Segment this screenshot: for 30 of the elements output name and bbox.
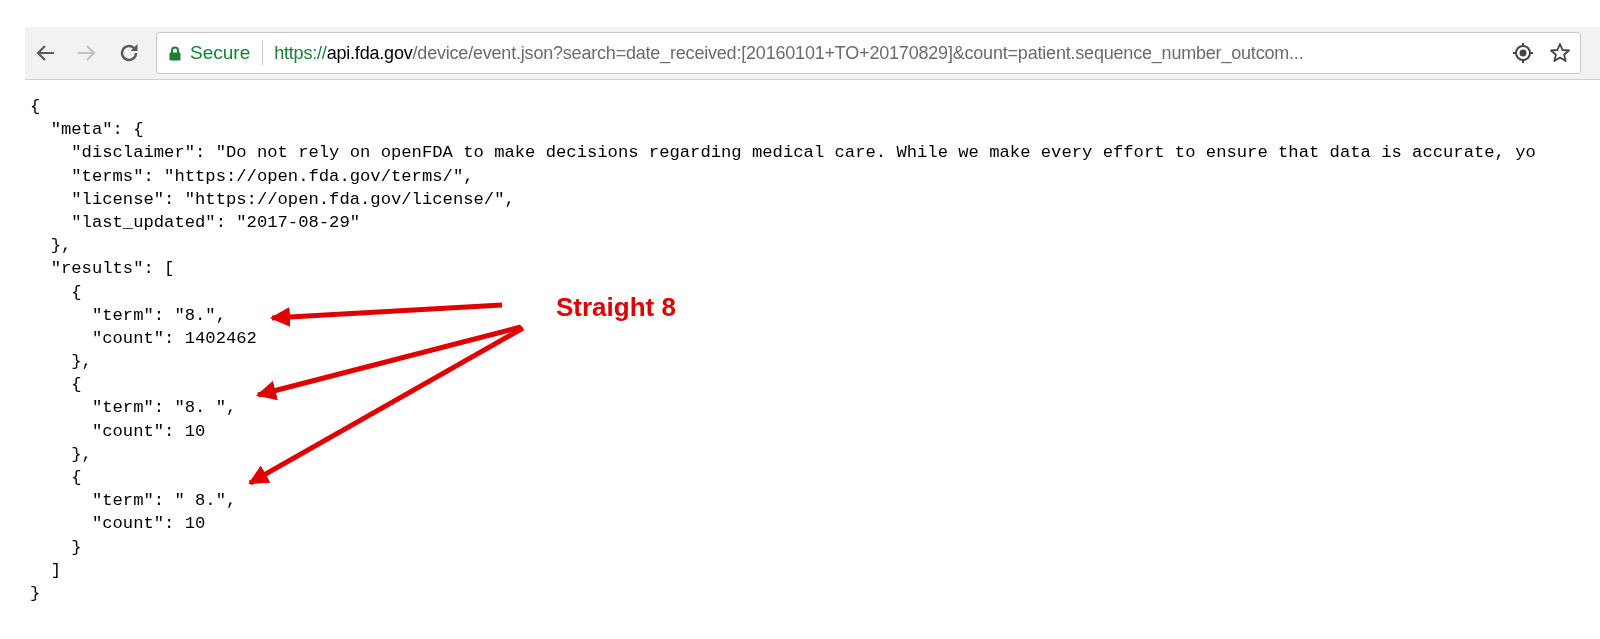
code-line: } <box>30 583 41 603</box>
code-line: "count": 10 <box>90 514 206 534</box>
code-line: { <box>30 97 41 116</box>
code-line: }, <box>70 444 92 464</box>
code-line: "term": "8. ", <box>90 398 237 418</box>
code-line: ] <box>49 560 61 580</box>
code-line: }, <box>49 236 72 256</box>
reload-icon[interactable] <box>118 42 140 64</box>
code-line: "results": [ <box>49 259 175 279</box>
address-field[interactable]: Secure https://api.fda.gov/device/event.json?search=date_received:[20160101+TO+20170829]&count=patient.sequence_number_outcom... <box>156 32 1581 74</box>
code-line: { <box>70 282 82 302</box>
code-line: "meta": { <box>49 120 144 140</box>
code-line: "terms": "https://open.fda.gov/terms/", <box>70 166 474 186</box>
lock-icon <box>169 45 181 61</box>
code-line: }, <box>70 352 92 372</box>
code-line: "last_updated": "2017-08-29" <box>70 212 361 232</box>
code-line: { <box>70 468 82 487</box>
code-line: "count": 1402462 <box>90 328 257 348</box>
code-line: "term": "8.", <box>90 305 226 325</box>
code-line: "disclaimer": "Do not rely on openFDA to make decisions regarding medical care. While we make every effort to ensure that data is accurate, yo <box>70 143 1536 163</box>
annotation-label: Straight 8 <box>556 291 676 324</box>
code-line: { <box>70 375 82 395</box>
code-line: "license": "https://open.fda.gov/license/", <box>70 189 515 209</box>
code-line: } <box>70 537 82 557</box>
security-label: Secure <box>190 40 251 65</box>
code-line: "count": 10 <box>90 421 206 441</box>
location-icon[interactable] <box>1512 42 1534 64</box>
star-icon[interactable] <box>1549 42 1571 64</box>
code-line: "term": " 8.", <box>90 491 237 511</box>
url-text: https://api.fda.gov/device/event.json?search=date_received:[20160101+TO+20170829]&count=patient.sequence_number_outcom... <box>274 41 1304 66</box>
